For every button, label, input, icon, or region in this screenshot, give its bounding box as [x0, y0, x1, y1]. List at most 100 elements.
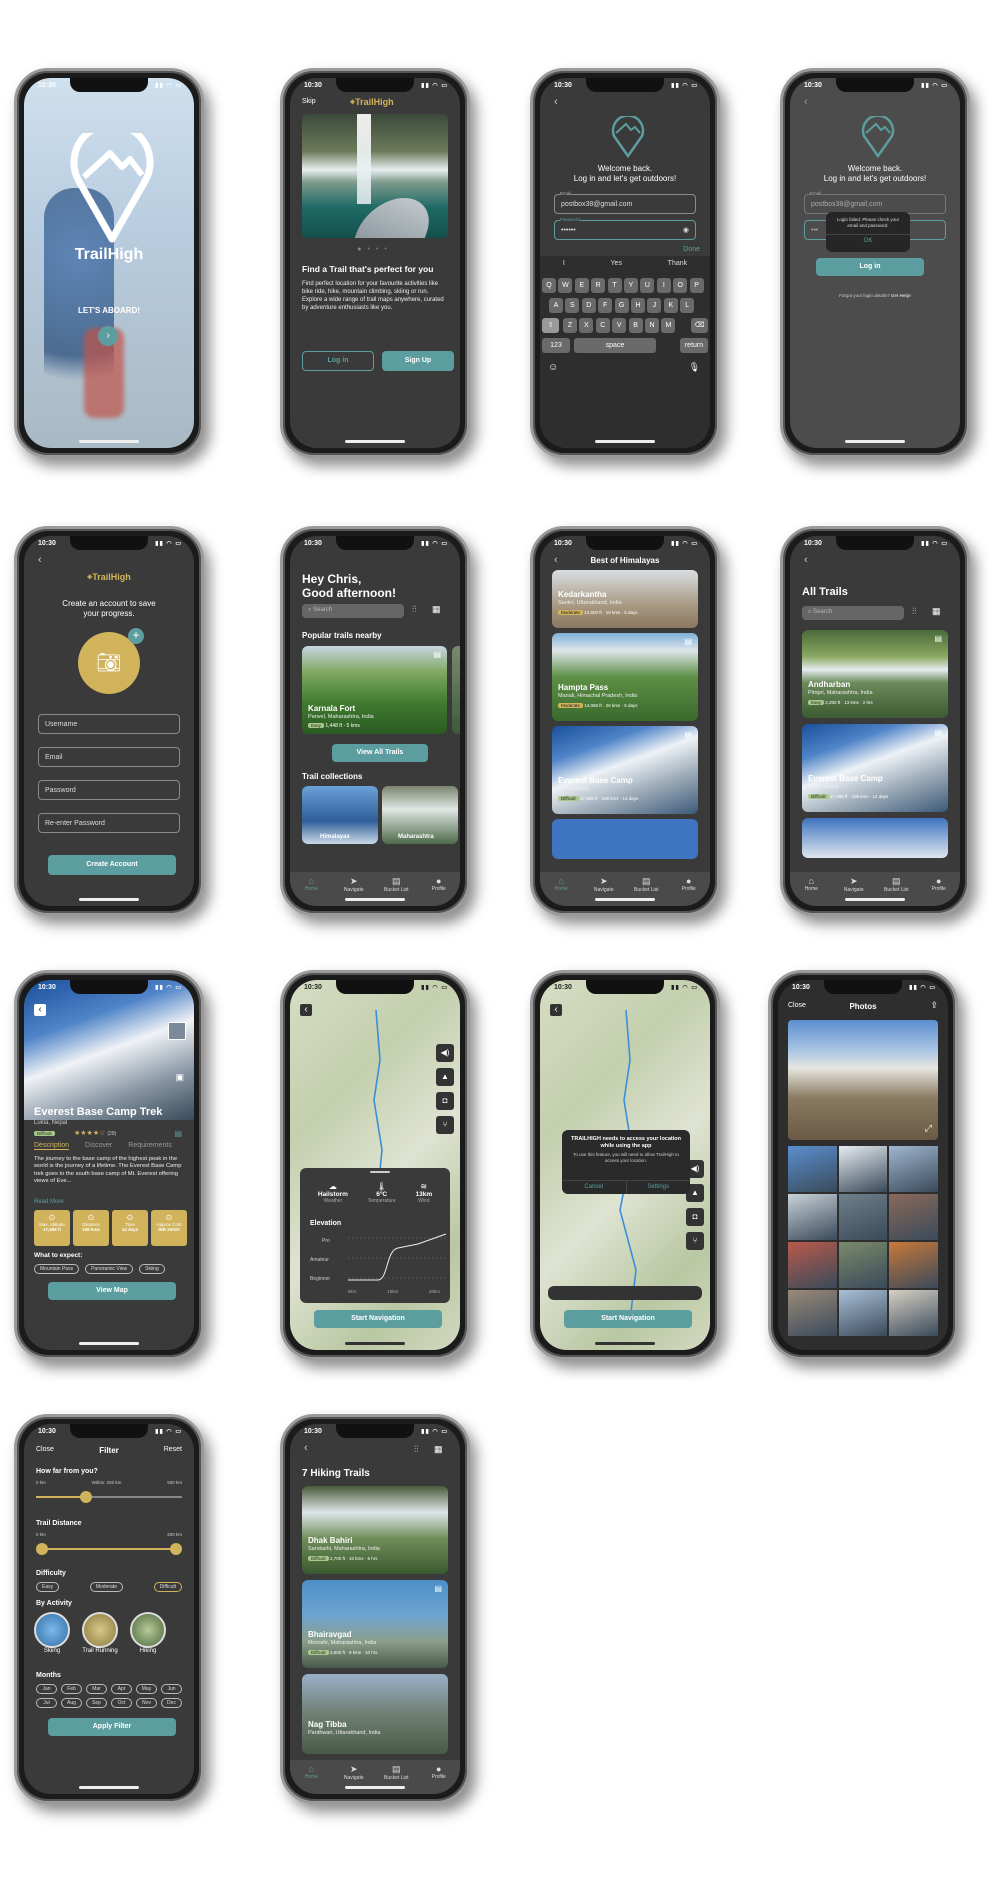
bookmark-icon[interactable]: ▤ — [174, 1129, 182, 1138]
camera-icon[interactable]: ◘ — [436, 1092, 454, 1110]
tab-home[interactable]: ⌂ Home — [291, 876, 331, 906]
sound-icon[interactable]: ◀) — [436, 1044, 454, 1062]
signup-button[interactable]: Sign Up — [382, 351, 454, 371]
photo-thumb[interactable] — [788, 1290, 837, 1336]
key[interactable]: Q — [542, 278, 556, 293]
add-photo-icon[interactable]: + — [128, 628, 144, 644]
difficulty-easy[interactable]: Easy — [36, 1582, 60, 1592]
month-pill[interactable]: Jun — [161, 1684, 182, 1694]
key[interactable]: E — [574, 278, 589, 293]
bookmark-icon[interactable]: ▤ — [684, 730, 692, 739]
tab-bucket-list[interactable]: ▤ Bucket List — [376, 1764, 416, 1794]
back-chevron-icon[interactable]: ‹ — [554, 96, 558, 108]
create-account-button[interactable]: Create Account — [48, 855, 176, 875]
trail-card[interactable]: ▤ Hampta Pass Manali, Himachal Pradesh, … — [552, 633, 698, 721]
key[interactable]: V — [612, 318, 627, 333]
month-pill[interactable]: Mar — [86, 1684, 107, 1694]
tab-description[interactable]: Description — [34, 1142, 70, 1150]
map-icon[interactable]: ▦ — [434, 1444, 443, 1455]
reset-button[interactable]: Reset — [164, 1446, 182, 1453]
trail-card[interactable]: Nag Tibba Panthwari, Uttarakhand, India — [302, 1674, 448, 1754]
key[interactable]: B — [628, 318, 643, 333]
cancel-button[interactable]: Cancel — [562, 1181, 627, 1194]
photo-thumb[interactable] — [788, 1146, 837, 1192]
back-chevron-icon[interactable]: ‹ — [804, 554, 808, 566]
slider-thumb-max[interactable] — [170, 1543, 182, 1555]
key[interactable]: O — [673, 278, 688, 293]
tab-discover[interactable]: Discover — [85, 1142, 112, 1150]
tab-navigate[interactable]: ➤ Navigate — [584, 876, 624, 906]
tab-requirements[interactable]: Requirements — [128, 1142, 172, 1150]
tab-home[interactable]: ⌂ Home — [291, 1764, 331, 1794]
activity-trail-running[interactable]: Trail Running — [82, 1612, 118, 1654]
username-field[interactable]: Username — [38, 714, 180, 734]
login-button[interactable]: Log in — [816, 258, 924, 276]
tab-profile[interactable]: ● Profile — [919, 876, 959, 906]
trail-distance-slider[interactable] — [36, 1543, 182, 1555]
slider-thumb[interactable] — [79, 1491, 92, 1503]
month-pill[interactable]: Sep — [86, 1698, 107, 1708]
email-field[interactable]: Email — [38, 747, 180, 767]
trail-card[interactable]: Kedarkantha Sankri, Uttarakhand, India M… — [552, 570, 698, 628]
key[interactable]: N — [645, 318, 659, 333]
done-button[interactable]: Done — [683, 246, 700, 253]
photo-thumb[interactable] — [838, 1242, 888, 1288]
photos-icon[interactable]: ▣ — [175, 1072, 184, 1083]
tab-bucket-list[interactable]: ▤ Bucket List — [876, 876, 916, 906]
search-input[interactable]: ⌕ Search — [802, 606, 904, 620]
reenter-password-field[interactable]: Re-enter Password — [38, 813, 180, 833]
key[interactable]: A — [549, 298, 563, 313]
collection-himalayas[interactable]: Himalayas — [302, 786, 378, 844]
microphone-icon[interactable]: 🎙︎ — [689, 362, 700, 373]
skip-button[interactable]: Skip — [302, 98, 316, 105]
collection-maharashtra[interactable]: Maharashtra — [382, 786, 458, 844]
tab-profile[interactable]: ● Profile — [419, 876, 459, 906]
month-pill[interactable]: Nov — [136, 1698, 157, 1708]
key[interactable]: L — [680, 298, 695, 313]
back-button[interactable]: ‹ — [550, 1004, 562, 1016]
month-pill[interactable]: Jul — [36, 1698, 57, 1708]
return-key[interactable]: return — [680, 338, 708, 353]
tab-home[interactable]: ⌂ Home — [541, 876, 581, 906]
bookmark-icon[interactable]: ▤ — [934, 728, 942, 737]
featured-photo[interactable]: ⤢ — [788, 1020, 938, 1140]
key[interactable]: W — [558, 278, 573, 293]
trail-card[interactable]: Dhak Bahiri Sandashi, Maharashtra, India… — [302, 1486, 448, 1574]
activity-skiing[interactable]: Skiing — [34, 1612, 70, 1654]
password-field[interactable]: Password — [38, 780, 180, 800]
back-chevron-icon[interactable]: ‹ — [38, 554, 42, 566]
filter-icon[interactable]: ⫶⫶ — [412, 604, 417, 615]
expand-icon[interactable]: ⤢ — [925, 1123, 932, 1134]
map-icon[interactable]: ▦ — [932, 606, 941, 617]
key[interactable]: P — [689, 278, 704, 293]
filter-icon[interactable]: ⫶⫶ — [414, 1444, 419, 1455]
emoji-icon[interactable]: ☺ — [548, 362, 558, 373]
warning-icon[interactable]: ▲ — [436, 1068, 454, 1086]
delete-key[interactable]: ⌫ — [691, 318, 708, 333]
trail-card[interactable]: ▤ Everest Base Camp Lukla, Nepal Difficu… — [552, 726, 698, 814]
difficulty-difficult[interactable]: Difficult — [153, 1582, 182, 1592]
key[interactable]: G — [614, 298, 629, 313]
bookmark-icon[interactable]: ▤ — [934, 634, 942, 643]
start-navigation-button[interactable]: Start Navigation — [314, 1310, 442, 1328]
back-chevron-icon[interactable]: ‹ — [304, 1442, 308, 1454]
login-button[interactable]: Log in — [302, 351, 374, 371]
tab-navigate[interactable]: ➤ Navigate — [334, 876, 374, 906]
trail-card[interactable]: ▤ Everest Base Camp Lukla, Nepal Difficu… — [802, 724, 948, 812]
chip[interactable]: Skiing — [139, 1264, 165, 1274]
shift-key[interactable]: ⇧ — [542, 318, 559, 333]
gallery-thumb[interactable] — [168, 1022, 186, 1040]
trail-card[interactable]: ▤ Bhairavgad Moroshi, Maharashtra, India… — [302, 1580, 448, 1668]
back-chevron-icon[interactable]: ‹ — [804, 96, 808, 108]
photo-thumb[interactable] — [838, 1290, 888, 1336]
alert-ok-button[interactable]: OK — [826, 234, 910, 244]
month-pill[interactable]: Dec — [161, 1698, 182, 1708]
trail-card[interactable]: ▤ Andharban Pimpri, Maharashtra, India E… — [802, 630, 948, 718]
view-map-button[interactable]: View Map — [48, 1282, 176, 1300]
view-all-trails-button[interactable]: View All Trails — [332, 744, 428, 762]
key[interactable]: D — [581, 298, 596, 313]
month-pill[interactable]: Apr — [111, 1684, 132, 1694]
photo-thumb[interactable] — [788, 1194, 837, 1240]
chip[interactable]: Mountain Pass — [34, 1264, 80, 1274]
photo-thumb[interactable] — [889, 1290, 938, 1336]
